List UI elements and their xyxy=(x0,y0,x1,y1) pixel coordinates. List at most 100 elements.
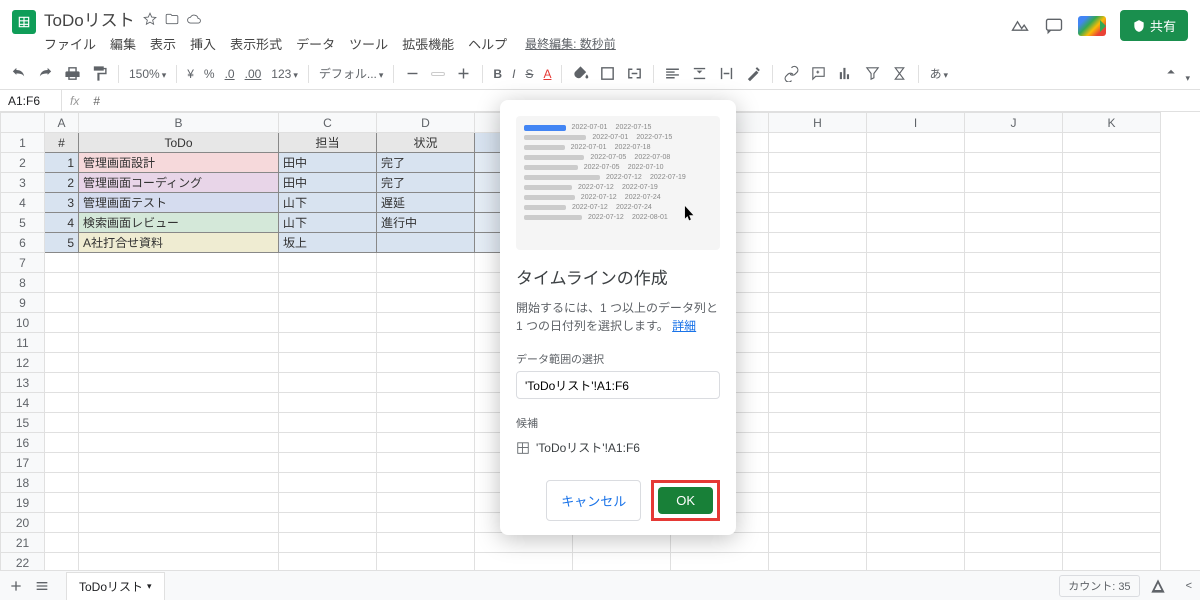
candidate-item[interactable]: 'ToDoリスト'!A1:F6 xyxy=(516,439,720,456)
row-3[interactable]: 3 xyxy=(1,173,45,193)
cell[interactable] xyxy=(377,233,475,253)
cancel-button[interactable]: キャンセル xyxy=(546,480,641,521)
wrap-icon[interactable] xyxy=(718,65,735,82)
zoom-select[interactable]: 150% xyxy=(129,67,166,81)
print-icon[interactable] xyxy=(64,65,81,82)
col-B[interactable]: B xyxy=(79,113,279,133)
dec-decrease-icon[interactable]: .0 xyxy=(225,67,235,81)
add-sheet-icon[interactable] xyxy=(8,578,24,594)
ime-icon[interactable]: あ xyxy=(929,65,948,82)
count-status[interactable]: カウント: 35 xyxy=(1059,575,1139,597)
toolbar-more-icon[interactable] xyxy=(1162,63,1190,84)
font-size-inc-icon[interactable] xyxy=(455,65,472,82)
cell[interactable]: 状況 xyxy=(377,133,475,153)
cell[interactable]: 1 xyxy=(45,153,79,173)
cell[interactable]: 管理画面コーディング xyxy=(79,173,279,193)
cell[interactable]: 坂上 xyxy=(279,233,377,253)
cell[interactable]: ToDo xyxy=(79,133,279,153)
share-button[interactable]: 共有 xyxy=(1120,10,1188,41)
cell[interactable]: 山下 xyxy=(279,193,377,213)
learn-more-link[interactable]: 詳細 xyxy=(672,319,696,333)
range-input[interactable] xyxy=(516,371,720,399)
cell[interactable]: 田中 xyxy=(279,173,377,193)
menu-insert[interactable]: 挿入 xyxy=(190,34,216,53)
col-I[interactable]: I xyxy=(867,113,965,133)
bold-icon[interactable]: B xyxy=(493,67,502,81)
row-2[interactable]: 2 xyxy=(1,153,45,173)
borders-icon[interactable] xyxy=(599,65,616,82)
row-4[interactable]: 4 xyxy=(1,193,45,213)
explore-icon[interactable] xyxy=(1150,578,1166,594)
star-icon[interactable] xyxy=(143,12,157,26)
cell[interactable]: 管理画面設計 xyxy=(79,153,279,173)
valign-icon[interactable] xyxy=(691,65,708,82)
col-K[interactable]: K xyxy=(1063,113,1161,133)
merge-icon[interactable] xyxy=(626,65,643,82)
strike-icon[interactable]: S xyxy=(525,67,533,81)
menu-file[interactable]: ファイル xyxy=(44,34,96,53)
cell[interactable]: 2 xyxy=(45,173,79,193)
row-5[interactable]: 5 xyxy=(1,213,45,233)
dec-increase-icon[interactable]: .00 xyxy=(245,67,262,81)
sheet-tab[interactable]: ToDoリスト ▾ xyxy=(66,572,165,600)
cell[interactable]: # xyxy=(45,133,79,153)
functions-icon[interactable] xyxy=(891,65,908,82)
col-A[interactable]: A xyxy=(45,113,79,133)
menu-view[interactable]: 表示 xyxy=(150,34,176,53)
menu-edit[interactable]: 編集 xyxy=(110,34,136,53)
filter-icon[interactable] xyxy=(864,65,881,82)
fill-color-icon[interactable] xyxy=(572,65,589,82)
meet-icon[interactable] xyxy=(1078,16,1106,36)
row-6[interactable]: 6 xyxy=(1,233,45,253)
cell[interactable]: 検索画面レビュー xyxy=(79,213,279,233)
cell[interactable]: 完了 xyxy=(377,173,475,193)
cell[interactable]: 管理画面テスト xyxy=(79,193,279,213)
cell[interactable]: 山下 xyxy=(279,213,377,233)
menu-help[interactable]: ヘルプ xyxy=(468,34,507,53)
italic-icon[interactable]: I xyxy=(512,67,515,81)
move-icon[interactable] xyxy=(165,12,179,26)
col-C[interactable]: C xyxy=(279,113,377,133)
side-panel-toggle-icon[interactable]: < xyxy=(1186,580,1192,592)
percent-icon[interactable]: % xyxy=(204,67,215,81)
col-H[interactable]: H xyxy=(769,113,867,133)
menu-tools[interactable]: ツール xyxy=(349,34,388,53)
col-D[interactable]: D xyxy=(377,113,475,133)
all-sheets-icon[interactable] xyxy=(34,578,50,594)
link-icon[interactable] xyxy=(783,65,800,82)
cloud-icon[interactable] xyxy=(187,12,201,26)
font-size-dec-icon[interactable] xyxy=(404,65,421,82)
font-select[interactable]: デフォル... xyxy=(319,65,384,82)
col-J[interactable]: J xyxy=(965,113,1063,133)
doc-title[interactable]: ToDoリスト xyxy=(44,6,135,31)
cell[interactable]: 遅延 xyxy=(377,193,475,213)
cell[interactable]: A社打合せ資料 xyxy=(79,233,279,253)
rotate-icon[interactable] xyxy=(745,65,762,82)
history-icon[interactable] xyxy=(1010,16,1030,36)
cell[interactable]: 完了 xyxy=(377,153,475,173)
chevron-down-icon[interactable]: ▾ xyxy=(147,581,152,592)
formula-content[interactable]: # xyxy=(87,94,100,108)
halign-icon[interactable] xyxy=(664,65,681,82)
undo-icon[interactable] xyxy=(10,65,27,82)
select-all-corner[interactable] xyxy=(1,113,45,133)
number-format[interactable]: 123 xyxy=(271,67,298,81)
cell[interactable]: 担当 xyxy=(279,133,377,153)
name-box[interactable]: A1:F6 xyxy=(0,90,62,111)
paint-format-icon[interactable] xyxy=(91,65,108,82)
row-1[interactable]: 1 xyxy=(1,133,45,153)
chart-icon[interactable] xyxy=(837,65,854,82)
comment-icon[interactable] xyxy=(1044,16,1064,36)
cell[interactable]: 5 xyxy=(45,233,79,253)
cell[interactable]: 進行中 xyxy=(377,213,475,233)
redo-icon[interactable] xyxy=(37,65,54,82)
add-comment-icon[interactable] xyxy=(810,65,827,82)
menu-ext[interactable]: 拡張機能 xyxy=(402,34,454,53)
text-color-icon[interactable]: A xyxy=(543,67,551,81)
menu-data[interactable]: データ xyxy=(296,34,335,53)
cell[interactable]: 田中 xyxy=(279,153,377,173)
menu-format[interactable]: 表示形式 xyxy=(230,34,282,53)
ok-button[interactable]: OK xyxy=(658,487,713,514)
cell[interactable]: 4 xyxy=(45,213,79,233)
currency-icon[interactable]: ¥ xyxy=(187,67,194,81)
